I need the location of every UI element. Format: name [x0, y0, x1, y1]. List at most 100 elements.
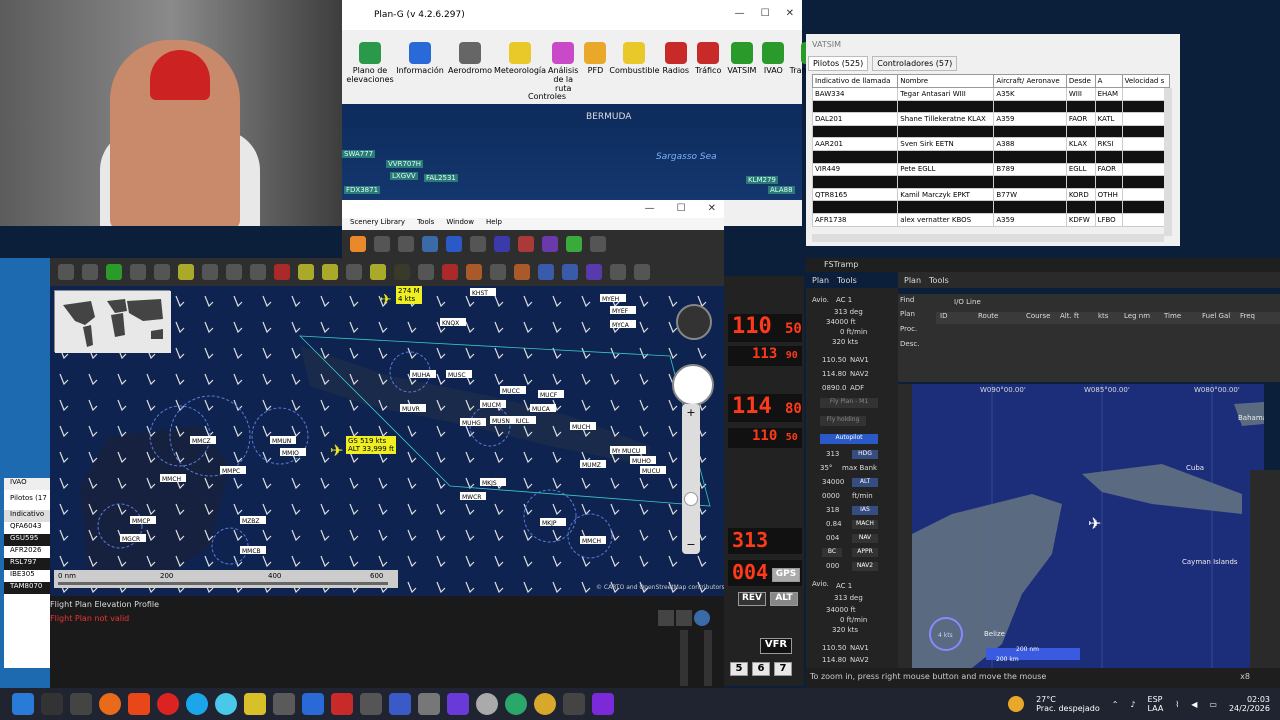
pin-icon[interactable] — [274, 264, 290, 280]
toolbar-button-1[interactable]: Información — [396, 42, 444, 104]
plan-g-titlebar[interactable]: Plan-G (v 4.2.6.297) — ☐ ✕ — [342, 0, 802, 30]
table-row[interactable]: DAL201 Shane Tillekeratne KLAX A359 FAOR KAT… — [811, 112, 1171, 126]
tab-controllers[interactable]: Controladores (57) — [872, 56, 958, 71]
traffic-tag[interactable]: ALA88 — [768, 186, 795, 194]
airport-marker[interactable]: MUCM — [480, 400, 506, 409]
explorer-icon[interactable] — [244, 693, 266, 715]
airport-marker[interactable]: MMCH — [160, 474, 186, 483]
airport-marker[interactable]: MUHO — [630, 456, 656, 465]
mach-button[interactable]: MACH — [852, 520, 878, 529]
menu-plan[interactable]: Plan — [812, 276, 829, 288]
tab-pilots[interactable]: Pilotos (525) — [808, 56, 869, 71]
airport-marker[interactable]: KNQX — [440, 318, 466, 327]
toolbar-button-8[interactable]: Tráfico — [695, 42, 721, 104]
airport-marker[interactable]: MUSN — [490, 416, 516, 425]
search-icon[interactable] — [562, 264, 578, 280]
proc-label[interactable]: Proc. — [900, 325, 917, 333]
window-icon[interactable] — [676, 610, 692, 626]
table-row[interactable] — [811, 200, 1171, 214]
airport-marker[interactable]: MUCF — [538, 390, 564, 399]
table-row[interactable]: AFR1738 alex vernatter KBOS A359 KDFW LFBO — [811, 212, 1171, 227]
toolbar-button-0[interactable]: Plano de elevaciones — [346, 42, 394, 104]
help-icon[interactable] — [694, 610, 710, 626]
airport-marker[interactable]: MWCR — [460, 492, 486, 501]
battery-icon[interactable]: ▭ — [1209, 700, 1217, 709]
flag-icon[interactable] — [322, 264, 338, 280]
num-button[interactable]: 7 — [774, 662, 792, 676]
menu-tools[interactable]: Tools — [929, 276, 949, 288]
triangle-icon[interactable] — [542, 236, 558, 252]
airport-marker[interactable]: KHST — [470, 288, 496, 297]
vfr-button[interactable]: VFR — [760, 638, 792, 654]
ivao-row[interactable]: AFR2026 — [4, 546, 50, 558]
column-header[interactable]: A — [1094, 74, 1123, 88]
weather-widget[interactable]: 27°C Prac. despejado — [1036, 695, 1100, 713]
traffic-tag[interactable]: FDX3871 — [344, 186, 381, 194]
grid-column-header[interactable]: Course — [1022, 312, 1056, 324]
grid-column-header[interactable]: Freq — [1236, 312, 1266, 324]
speaker-icon[interactable]: ◀ — [1191, 700, 1197, 709]
plan-g-taskbar-icon[interactable] — [592, 693, 614, 715]
ivao-row[interactable]: TAM8070 — [4, 582, 50, 594]
tools-icon[interactable] — [466, 264, 482, 280]
airport-marker[interactable]: MMCZ — [190, 436, 216, 445]
grid-column-header[interactable]: ID — [936, 312, 974, 324]
ias-button[interactable]: IAS — [852, 506, 878, 515]
toolbar-button-5[interactable]: PFD — [584, 42, 607, 104]
weather-icon[interactable] — [1008, 696, 1025, 712]
rev-button[interactable]: REV — [738, 592, 766, 606]
target-icon[interactable] — [518, 236, 534, 252]
airport-marker[interactable]: MUCH — [570, 422, 596, 431]
airport-marker[interactable]: MMPC — [220, 466, 246, 475]
airport-marker[interactable]: MUCC — [500, 386, 526, 395]
fly-plan-button[interactable]: Fly Plan - M1 — [820, 398, 878, 408]
close-icon[interactable]: ✕ — [708, 203, 716, 214]
menu-scenery-library[interactable]: Scenery Library — [350, 218, 405, 230]
com1-active-display[interactable]: 110 50 — [728, 314, 802, 342]
map-vertical-tabs[interactable] — [898, 384, 912, 668]
com2-standby-display[interactable]: 110 50 — [728, 428, 802, 448]
brush-icon[interactable] — [154, 264, 170, 280]
grid-column-header[interactable]: Alt. ft — [1056, 312, 1094, 324]
bc-button[interactable]: BC — [822, 548, 842, 557]
chrome-icon[interactable] — [215, 693, 237, 715]
gps-button[interactable]: GPS — [772, 568, 800, 582]
ivao-row[interactable]: QFA6043 — [4, 522, 50, 534]
arc-icon[interactable] — [226, 264, 242, 280]
lasso-icon[interactable] — [346, 264, 362, 280]
zoom-in-icon[interactable]: + — [684, 406, 698, 419]
ivao-row[interactable]: IBE305 — [4, 570, 50, 582]
io-line-tab[interactable]: I/O Line — [954, 298, 981, 306]
airport-marker[interactable]: MMUN — [270, 436, 296, 445]
alt-button[interactable]: ALT — [852, 478, 878, 487]
clock[interactable]: 02:03 24/2/2026 — [1229, 695, 1270, 713]
grid-column-header[interactable]: Route — [974, 312, 1022, 324]
airport-marker[interactable]: MMCP — [130, 516, 156, 525]
column-header[interactable]: Velocidad s — [1121, 74, 1171, 88]
add-icon[interactable] — [106, 264, 122, 280]
toolbar-button-9[interactable]: VATSIM — [727, 42, 756, 104]
nav2-ap-value[interactable]: 000 — [826, 562, 839, 570]
table-row[interactable] — [811, 124, 1171, 139]
maximize-icon[interactable]: ☐ — [761, 8, 770, 19]
app6-icon[interactable] — [476, 693, 498, 715]
grid-column-header[interactable]: kts — [1094, 312, 1120, 324]
airport-marker[interactable]: MUHA — [410, 370, 436, 379]
airport-marker[interactable]: MZBZ — [240, 516, 266, 525]
airport-marker[interactable]: MUSC — [446, 370, 472, 379]
gear-icon[interactable] — [470, 236, 486, 252]
tools3-icon[interactable] — [514, 264, 530, 280]
table-row[interactable] — [811, 99, 1171, 114]
volume-icon[interactable]: ♪ — [1130, 700, 1135, 709]
nav-button[interactable]: NAV — [852, 534, 878, 543]
compass-rose-icon[interactable] — [676, 304, 712, 340]
grid-column-header[interactable]: Time — [1160, 312, 1198, 324]
horizontal-scrollbar[interactable] — [812, 234, 1164, 242]
document-icon[interactable] — [202, 264, 218, 280]
nav2-freq[interactable]: 114.80 — [822, 370, 847, 378]
app5-icon[interactable] — [447, 693, 469, 715]
globe-icon[interactable] — [422, 236, 438, 252]
table-row[interactable]: VIR449 Pete EGLL B789 EGLL FAOR — [811, 162, 1171, 177]
column-header[interactable]: Aircraft/ Aeronave — [993, 74, 1067, 88]
table-row[interactable] — [811, 175, 1171, 189]
